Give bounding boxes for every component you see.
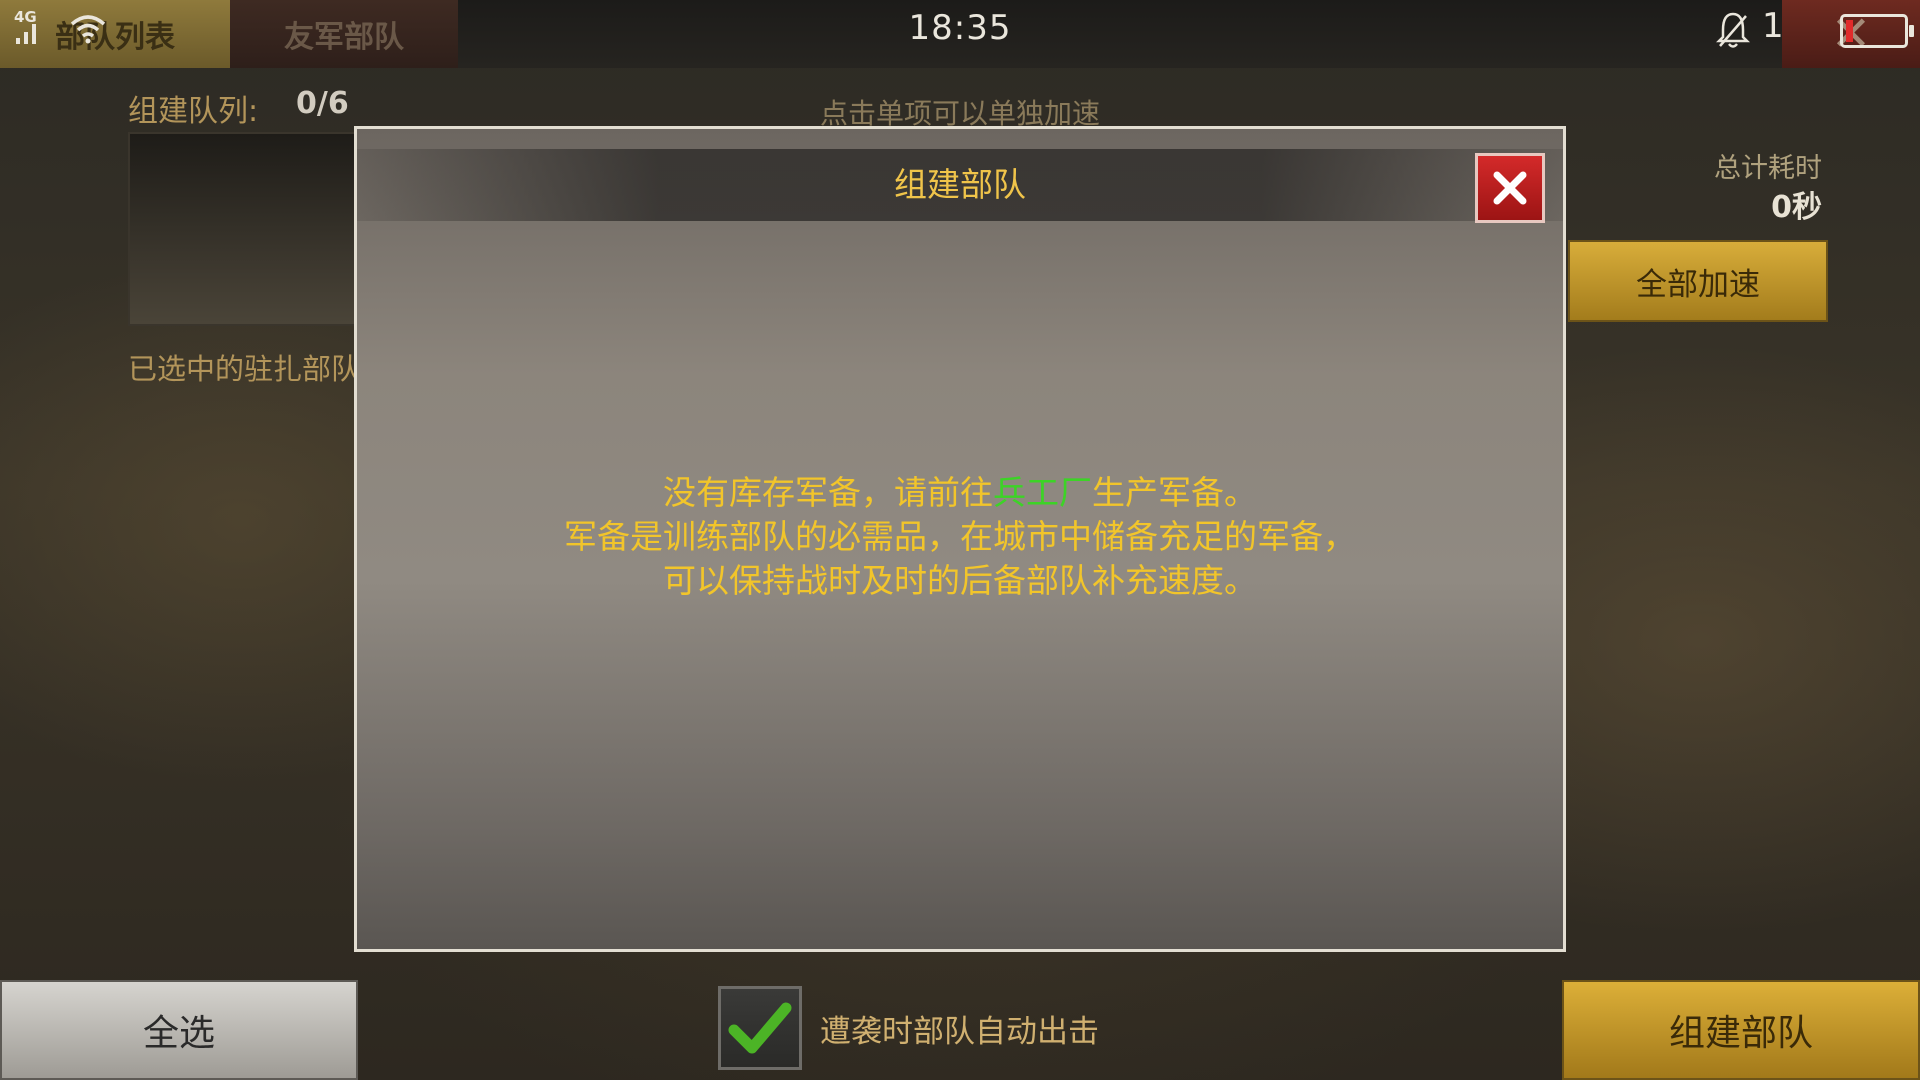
auto-sortie-checkbox[interactable]	[718, 986, 802, 1070]
total-time-label: 总计耗时	[1714, 153, 1822, 184]
arsenal-link[interactable]: 兵工厂	[993, 473, 1092, 512]
battery-icon	[1840, 14, 1914, 48]
speedup-all-label: 全部加速	[1636, 266, 1760, 303]
build-troops-button[interactable]: 组建部队	[1562, 980, 1920, 1080]
dialog-message: 没有库存军备，请前往兵工厂生产军备。 军备是训练部队的必需品，在城市中储备充足的…	[357, 471, 1563, 603]
clock: 18:35	[908, 8, 1012, 48]
message-line-1: 没有库存军备，请前往兵工厂生产军备。	[663, 473, 1257, 512]
speedup-all-button[interactable]: 全部加速	[1568, 240, 1828, 322]
auto-sortie-label: 遭袭时部队自动出击	[820, 1014, 1099, 1050]
battery-fill	[1846, 20, 1853, 42]
total-time-value: 0秒	[1771, 190, 1822, 225]
selected-garrison-label: 已选中的驻扎部队	[128, 352, 361, 386]
build-troops-label: 组建部队	[1668, 1013, 1813, 1054]
bell-icon	[1715, 10, 1751, 54]
message-line-2: 军备是训练部队的必需品，在城市中储备充足的军备，	[564, 517, 1356, 556]
select-all-label: 全选	[142, 1013, 215, 1054]
queue-slot-panel[interactable]	[128, 132, 362, 326]
checkmark-icon	[728, 1002, 792, 1054]
dialog-title: 组建部队	[894, 165, 1026, 204]
close-icon	[1493, 171, 1527, 205]
top-bar: 部队列表 友军部队 4G 18:35 12% ✕	[0, 0, 1920, 68]
message-line-3: 可以保持战时及时的后备部队补充速度。	[663, 561, 1257, 600]
close-button[interactable]	[1475, 153, 1545, 223]
select-all-button[interactable]: 全选	[0, 980, 358, 1080]
build-troops-dialog: 组建部队 没有库存军备，请前往兵工厂生产军备。 军备是训练部队的必需品，在城市中…	[354, 126, 1566, 952]
